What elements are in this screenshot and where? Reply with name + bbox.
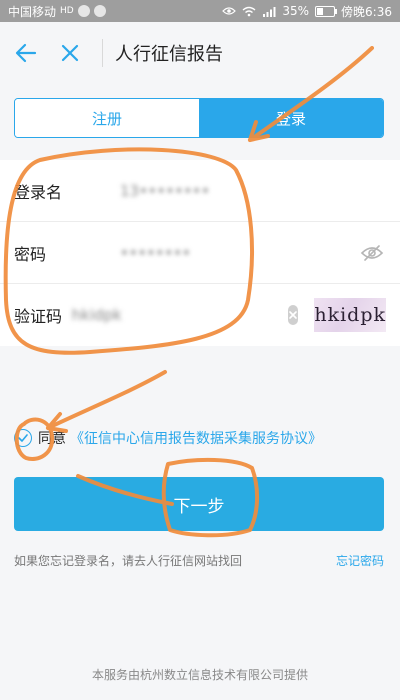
status-bar: 中国移动 HD 35% 傍晚6:36	[0, 0, 400, 22]
page-title: 人行征信报告	[115, 44, 223, 65]
arrow-left-icon	[15, 43, 37, 63]
username-label: 登录名	[14, 182, 63, 202]
eye-icon	[222, 7, 237, 15]
agreement-row: 同意 《征信中心信用报告数据采集服务协议》	[14, 424, 394, 452]
hd-label: HD	[60, 6, 74, 16]
close-icon	[61, 44, 79, 62]
captcha-label: 验证码	[14, 307, 63, 326]
battery-icon	[315, 5, 338, 17]
captcha-input[interactable]	[69, 305, 268, 325]
login-form: 登录名 密码 验证码 hkidpk	[0, 160, 400, 346]
next-button[interactable]: 下一步	[14, 477, 384, 531]
annotation-arrow-checkbox	[46, 370, 167, 430]
app-header: 人行征信报告	[0, 22, 400, 84]
captcha-image[interactable]: hkidpk	[314, 298, 386, 332]
tab-login[interactable]: 登录	[199, 99, 383, 137]
message-icon	[77, 5, 90, 17]
hint-row: 如果您忘记登录名，请去人行征信网站找回 忘记密码	[14, 550, 384, 570]
carrier-label: 中国移动	[8, 4, 57, 19]
username-input[interactable]	[118, 180, 386, 201]
check-icon	[18, 434, 28, 442]
header-divider	[102, 39, 103, 67]
password-input[interactable]	[118, 242, 358, 263]
clear-captcha-button[interactable]	[287, 305, 299, 325]
eye-off-icon	[360, 244, 384, 261]
captcha-row: 验证码 hkidpk	[0, 284, 400, 346]
wifi-icon	[242, 6, 256, 16]
battery-percent: 35%	[282, 4, 310, 18]
tab-register[interactable]: 注册	[15, 99, 199, 137]
clear-icon	[289, 311, 297, 319]
password-label: 密码	[14, 244, 47, 264]
notification-icon	[93, 5, 106, 17]
forgot-password-link[interactable]: 忘记密码	[336, 552, 384, 569]
agree-checkbox[interactable]	[14, 429, 32, 447]
toggle-password-button[interactable]	[358, 239, 386, 267]
agreement-link[interactable]: 《征信中心信用报告数据采集服务协议》	[70, 428, 322, 448]
auth-tabs: 注册 登录	[14, 98, 384, 138]
close-button[interactable]	[50, 33, 90, 73]
signal-icon	[263, 6, 276, 17]
username-row: 登录名	[0, 160, 400, 222]
forgot-username-hint: 如果您忘记登录名，请去人行征信网站找回	[14, 553, 243, 568]
agree-label: 同意	[38, 431, 66, 447]
back-button[interactable]	[6, 33, 46, 73]
footer-text: 本服务由杭州数立信息技术有限公司提供	[91, 668, 308, 682]
clock: 傍晚6:36	[341, 4, 392, 19]
captcha-image-text: hkidpk	[314, 304, 386, 326]
password-row: 密码	[0, 222, 400, 284]
